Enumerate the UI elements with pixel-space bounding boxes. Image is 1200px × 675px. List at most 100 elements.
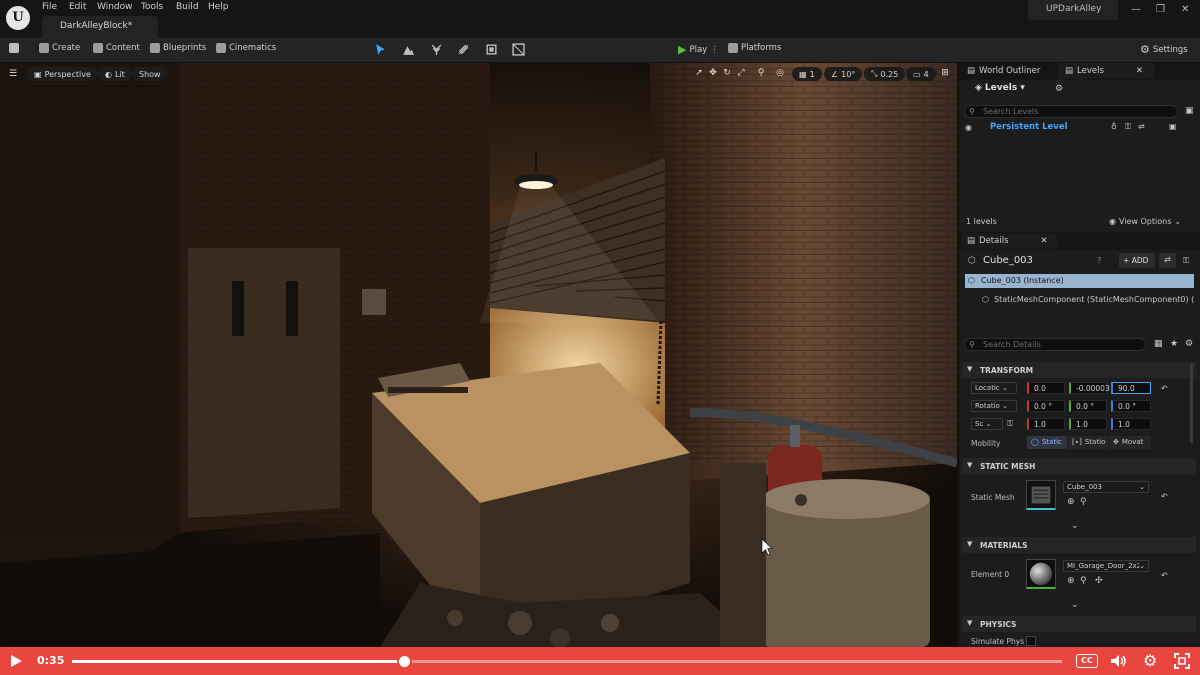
- mobility-static-button[interactable]: ◯ Static: [1027, 436, 1067, 449]
- scale-dropdown[interactable]: Sc ⌄: [971, 418, 1003, 430]
- save-icon[interactable]: [9, 43, 19, 53]
- simulate-physics-checkbox[interactable]: [1026, 636, 1036, 646]
- mobility-stationary-button[interactable]: [∙] Statio: [1068, 436, 1108, 449]
- add-level-icon[interactable]: ▣: [1185, 106, 1194, 116]
- level-viewport[interactable]: ☰ ▣ Perspective ◐ Lit Show ➚ ✥ ↻ ⤢ ⚲ ◎ ▦ 1 …: [0, 63, 957, 647]
- menu-build[interactable]: Build: [176, 2, 199, 12]
- material-options-icon[interactable]: ✣: [1095, 576, 1103, 586]
- menu-edit[interactable]: Edit: [69, 2, 86, 12]
- play-icon[interactable]: [9, 654, 23, 668]
- static-mesh-dropdown[interactable]: Cube_003 ⌄: [1063, 481, 1149, 493]
- levels-dropdown[interactable]: ◈ Levels ▾: [975, 83, 1025, 93]
- scale-y-field[interactable]: 1.0: [1069, 418, 1107, 430]
- seek-bar[interactable]: [72, 654, 1062, 669]
- reset-icon[interactable]: ↶: [1161, 384, 1168, 393]
- translate-tool-icon[interactable]: ✥: [708, 68, 718, 78]
- tab-details[interactable]: ▤ Details ✕: [961, 233, 1057, 249]
- settings-gear-icon[interactable]: ⚙: [1143, 651, 1157, 670]
- blueprints-button[interactable]: Blueprints: [150, 43, 206, 53]
- persistent-level-item[interactable]: Persistent Level: [990, 122, 1068, 132]
- expand-chevron-icon[interactable]: ⌄: [1071, 521, 1079, 531]
- coordinate-space-icon[interactable]: ⚲: [756, 68, 766, 78]
- star-icon[interactable]: ★: [1170, 339, 1178, 349]
- search-icon[interactable]: ⚲: [1080, 497, 1087, 507]
- surface-snap-icon[interactable]: ◎: [775, 68, 785, 78]
- fracture-mode-icon[interactable]: [512, 43, 525, 56]
- static-mesh-thumbnail[interactable]: [1026, 480, 1056, 510]
- lighting-icon[interactable]: ♁: [1111, 122, 1117, 131]
- modeling-mode-icon[interactable]: [485, 43, 498, 56]
- material-thumbnail[interactable]: [1026, 559, 1056, 589]
- lock-icon[interactable]: ⚿: [1125, 122, 1131, 132]
- cinematics-button[interactable]: Cinematics: [216, 43, 276, 53]
- menu-tools[interactable]: Tools: [141, 2, 163, 12]
- grid-snap-button[interactable]: ▦ 1: [792, 67, 822, 81]
- settings-button[interactable]: ⚙ Settings: [1140, 43, 1188, 56]
- close-tab-icon[interactable]: ✕: [1041, 236, 1048, 246]
- rotation-z-field[interactable]: 0.0 °: [1111, 400, 1151, 412]
- level-actions-icon[interactable]: ⇌: [1138, 122, 1145, 131]
- landscape-mode-icon[interactable]: [402, 43, 415, 56]
- fullscreen-icon[interactable]: [1174, 653, 1190, 669]
- reset-icon[interactable]: ↶: [1161, 492, 1168, 501]
- select-mode-icon[interactable]: [374, 43, 387, 56]
- seek-handle[interactable]: [396, 654, 412, 669]
- unreal-logo-icon[interactable]: U: [6, 6, 30, 30]
- blueprint-convert-button[interactable]: ⇄: [1159, 253, 1176, 268]
- scale-tool-icon[interactable]: ⤢: [736, 68, 746, 78]
- camera-speed-button[interactable]: ▭ 4: [906, 67, 936, 81]
- close-tab-icon[interactable]: ✕: [1136, 66, 1143, 76]
- static-mesh-section[interactable]: STATIC MESH: [962, 458, 1196, 474]
- rotation-x-field[interactable]: 0.0 °: [1027, 400, 1065, 412]
- play-options-icon[interactable]: ⋮: [710, 45, 719, 55]
- show-button[interactable]: Show: [132, 67, 168, 81]
- menu-help[interactable]: Help: [208, 2, 229, 12]
- mesh-paint-icon[interactable]: [457, 43, 470, 56]
- captions-button[interactable]: CC: [1076, 654, 1098, 668]
- minimize-icon[interactable]: —: [1131, 4, 1141, 15]
- details-scrollbar[interactable]: [1190, 363, 1193, 443]
- maximize-icon[interactable]: ❐: [1156, 4, 1165, 15]
- rotation-dropdown[interactable]: Rotatio ⌄: [971, 400, 1017, 412]
- play-button[interactable]: ▶ Play ⋮: [678, 43, 719, 56]
- document-tab[interactable]: DarkAlleyBlock*: [42, 16, 158, 38]
- browse-to-asset-icon[interactable]: ⊕: [1067, 497, 1075, 507]
- tab-levels[interactable]: ▤ Levels ✕: [1059, 63, 1155, 79]
- details-search-input[interactable]: Search Details: [964, 338, 1146, 351]
- platforms-button[interactable]: Platforms: [728, 43, 781, 53]
- tab-world-outliner[interactable]: ▤ World Outliner: [961, 63, 1057, 79]
- view-options-button[interactable]: ◉ View Options ⌄: [1109, 217, 1181, 226]
- levels-search-input[interactable]: Search Levels: [964, 105, 1178, 118]
- scale-snap-button[interactable]: ⤡ 0.25: [864, 67, 906, 81]
- reset-icon[interactable]: ↶: [1161, 571, 1168, 580]
- instance-row[interactable]: Cube_003 (Instance): [965, 274, 1194, 288]
- materials-section[interactable]: MATERIALS: [962, 537, 1196, 553]
- scale-x-field[interactable]: 1.0: [1027, 418, 1065, 430]
- component-row[interactable]: StaticMeshComponent (StaticMeshComponent…: [994, 295, 1194, 304]
- scale-z-field[interactable]: 1.0: [1111, 418, 1151, 430]
- mobility-movable-button[interactable]: ✥ Movat: [1109, 436, 1151, 449]
- rotation-snap-button[interactable]: ∠ 10°: [824, 67, 863, 81]
- search-icon[interactable]: ⚲: [1080, 576, 1087, 586]
- location-y-field[interactable]: -0.00003: [1069, 382, 1110, 394]
- level-tools-icon[interactable]: ⚙: [1055, 84, 1063, 94]
- add-component-button[interactable]: + ADD: [1119, 253, 1155, 268]
- perspective-button[interactable]: ▣ Perspective: [27, 67, 98, 81]
- rotation-y-field[interactable]: 0.0 °: [1069, 400, 1107, 412]
- viewport-menu-icon[interactable]: ☰: [8, 69, 18, 79]
- maximize-viewport-icon[interactable]: ⊞: [940, 68, 950, 78]
- location-dropdown[interactable]: Locatic ⌄: [971, 382, 1017, 394]
- help-icon[interactable]: ?: [1097, 256, 1101, 265]
- menu-window[interactable]: Window: [97, 2, 133, 12]
- lit-button[interactable]: ◐ Lit: [98, 67, 132, 81]
- select-tool-icon[interactable]: ➚: [694, 68, 704, 78]
- content-button[interactable]: Content: [93, 43, 140, 53]
- browse-to-asset-icon[interactable]: ⊕: [1067, 576, 1075, 586]
- lock-icon[interactable]: ⚿: [1183, 256, 1189, 266]
- create-button[interactable]: Create: [39, 43, 80, 53]
- lock-icon[interactable]: ⚿: [1007, 419, 1013, 429]
- save-level-icon[interactable]: ▣: [1169, 122, 1177, 131]
- expand-chevron-icon[interactable]: ⌄: [1071, 600, 1079, 610]
- transform-section[interactable]: TRANSFORM: [962, 362, 1196, 378]
- physics-section[interactable]: PHYSICS: [962, 616, 1196, 632]
